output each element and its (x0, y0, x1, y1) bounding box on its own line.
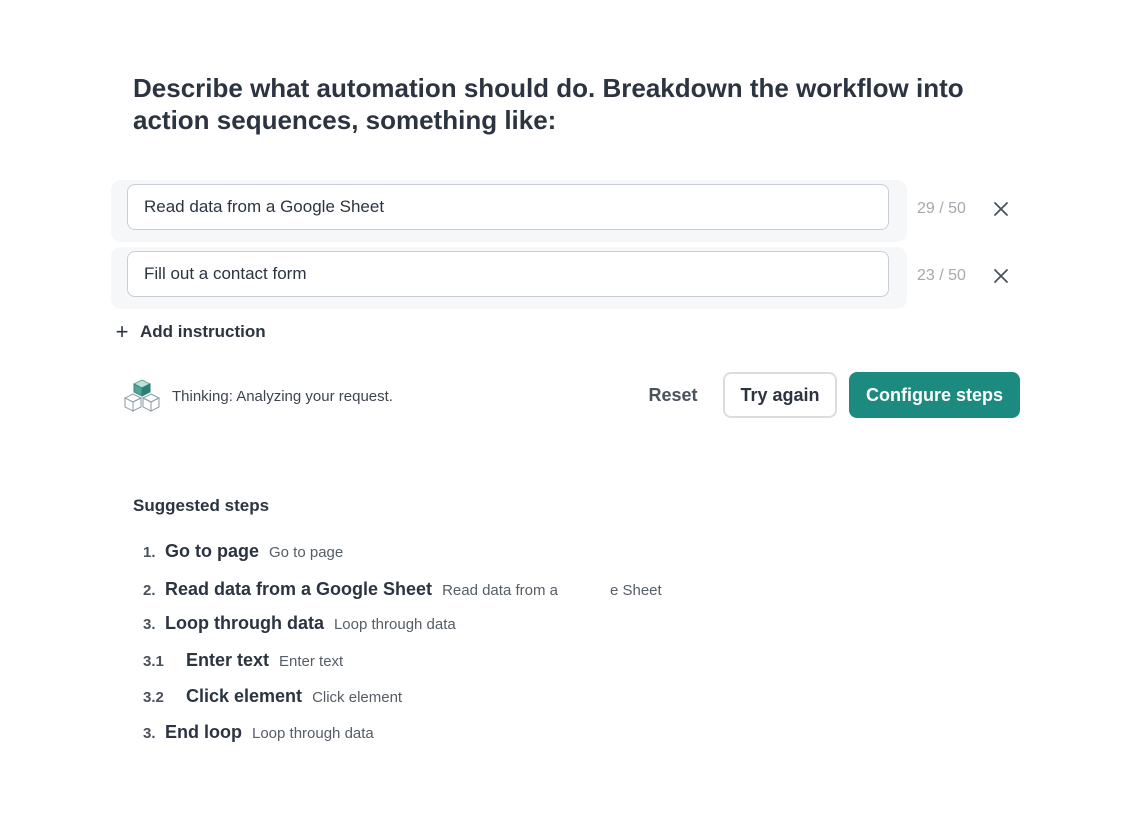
step-number: 1. (143, 544, 156, 561)
try-again-button[interactable]: Try again (723, 372, 837, 418)
instruction-input[interactable] (127, 184, 889, 230)
step-title: Click element (186, 686, 303, 706)
suggested-steps-title: Suggested steps (133, 496, 270, 515)
list-item: 2. Read data from a Google Sheet Read da… (143, 577, 662, 601)
step-number: 3. (143, 725, 156, 742)
plus-icon: + (115, 319, 129, 344)
text-gap (557, 577, 610, 595)
step-number: 3. (143, 616, 156, 633)
step-title: End loop (165, 722, 242, 742)
instruction-row (111, 180, 907, 242)
configure-steps-button[interactable]: Configure steps (849, 372, 1020, 418)
step-description: Click element (312, 689, 403, 706)
instruction-row (111, 247, 907, 309)
reset-button[interactable]: Reset (632, 372, 714, 418)
page-heading: Describe what automation should do. Brea… (133, 73, 964, 135)
step-number: 3.1 (143, 653, 164, 670)
remove-instruction-button[interactable] (990, 265, 1012, 287)
thinking-text: Thinking: Analyzing your request. (172, 387, 393, 405)
list-item: 3. Loop through data Loop through data (143, 613, 456, 637)
automation-builder-page: Describe what automation should do. Brea… (0, 0, 1129, 817)
step-description-tail: e Sheet (609, 582, 662, 599)
close-icon (994, 202, 1008, 216)
step-number: 3.2 (143, 689, 164, 706)
list-item: 3.1 Enter text Enter text (143, 650, 343, 674)
instruction-char-counter: 23 / 50 (917, 267, 966, 284)
step-title: Read data from a Google Sheet (165, 579, 433, 599)
close-icon (994, 269, 1008, 283)
step-description: Enter text (279, 653, 344, 670)
cubes-logo-icon (124, 379, 160, 412)
thinking-status: Thinking: Analyzing your request. (124, 378, 393, 414)
step-number: 2. (143, 582, 156, 599)
step-title: Loop through data (165, 613, 324, 633)
step-title: Enter text (186, 650, 270, 670)
instruction-input[interactable] (127, 251, 889, 297)
remove-instruction-button[interactable] (990, 198, 1012, 220)
step-description: Read data from a (442, 582, 558, 599)
step-description: Loop through data (333, 616, 456, 633)
list-item: 3. End loop Loop through data (143, 722, 374, 746)
step-description: Go to page (269, 544, 344, 561)
list-item: 3.2 Click element Click element (143, 686, 402, 710)
instruction-char-counter: 29 / 50 (917, 200, 966, 217)
add-instruction-label: Add instruction (140, 322, 266, 341)
add-instruction-button[interactable]: + Add instruction (114, 320, 266, 344)
list-item: 1. Go to page Go to page (143, 541, 343, 565)
step-description: Loop through data (251, 725, 374, 742)
step-title: Go to page (165, 541, 259, 561)
